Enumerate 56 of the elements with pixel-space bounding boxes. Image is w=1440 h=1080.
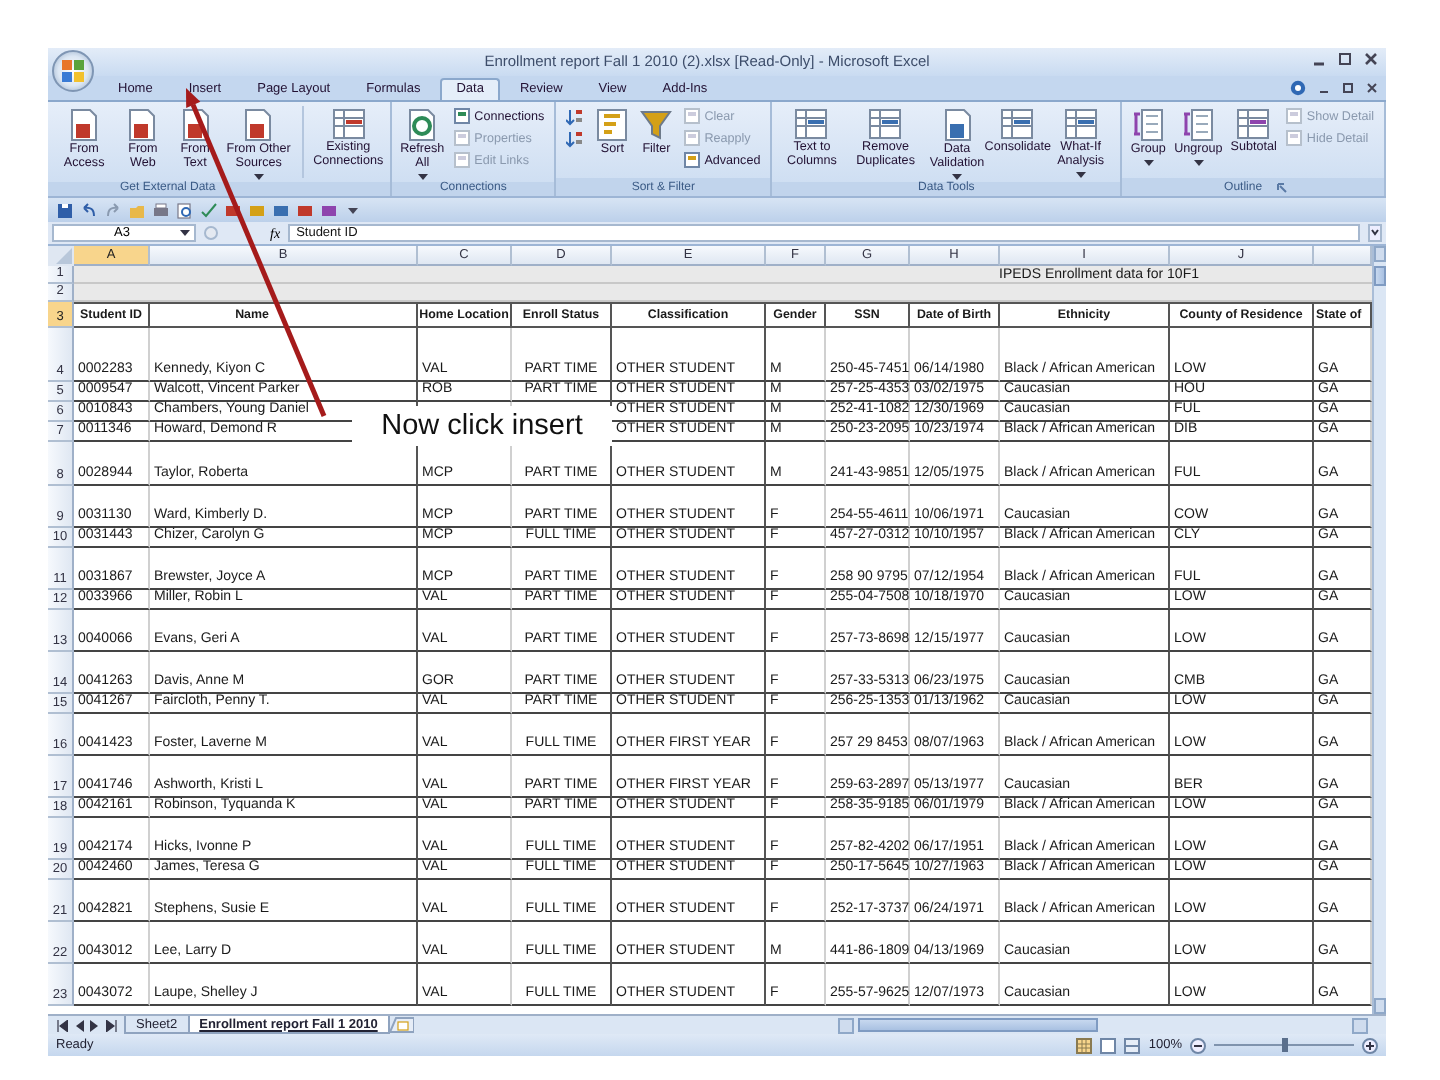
page-break-icon[interactable]: [1124, 1037, 1141, 1053]
preview-icon[interactable]: [176, 201, 194, 219]
caret-icon: [1143, 159, 1154, 166]
normal-view-icon[interactable]: [1076, 1037, 1093, 1053]
small-tool-icon: [454, 152, 471, 168]
small-tool-icon: [684, 152, 701, 168]
printer-icon[interactable]: [152, 201, 170, 219]
table-icon: [331, 108, 366, 140]
table-icon: [1063, 108, 1098, 140]
office-button[interactable]: [52, 50, 94, 92]
restore-icon[interactable]: [1342, 81, 1354, 95]
sort-icon: [566, 129, 585, 147]
small-tool-icon: [454, 130, 471, 146]
zoom-out-icon[interactable]: [1190, 1037, 1206, 1053]
scrollbar-thumb[interactable]: [1374, 266, 1386, 286]
small-tool-icon: [684, 108, 701, 124]
refresh-icon: [406, 108, 439, 142]
help-icon[interactable]: [1290, 80, 1306, 96]
small-tool-icon: [1286, 108, 1303, 124]
spelling-icon[interactable]: [200, 201, 218, 219]
table-icon: [1000, 108, 1035, 140]
callout-text: Now click insert: [352, 406, 612, 446]
small-tool-icon: [1286, 130, 1303, 146]
document-icon: [242, 108, 275, 142]
caret-icon: [1193, 159, 1204, 166]
small-tool-icon: [454, 108, 471, 124]
sort-icon: [596, 108, 629, 142]
dialog-launcher-icon[interactable]: [1276, 181, 1289, 193]
table-icon: [1236, 108, 1271, 140]
zoom-in-icon[interactable]: [1362, 1037, 1378, 1053]
small-tool-icon: [684, 130, 701, 146]
close-icon[interactable]: [1366, 81, 1378, 95]
document-icon: [68, 108, 101, 142]
scrollbar-thumb[interactable]: [858, 1018, 1098, 1032]
table-icon: [868, 108, 903, 140]
document-icon: [126, 108, 159, 142]
office-logo-icon: [62, 60, 84, 82]
undo-icon[interactable]: [80, 201, 98, 219]
document-icon: [941, 108, 974, 142]
next-sheet-icon[interactable]: [90, 1019, 100, 1031]
funnel-icon: [640, 108, 673, 142]
table-icon: [794, 108, 829, 140]
expand-icon[interactable]: [1368, 224, 1382, 242]
zoom-slider-thumb[interactable]: [1282, 1038, 1288, 1052]
previous-sheet-icon[interactable]: [74, 1019, 84, 1031]
page-layout-icon[interactable]: [1100, 1037, 1117, 1053]
outline-icon: [1132, 108, 1165, 142]
last-sheet-icon[interactable]: [106, 1019, 118, 1031]
maximize-icon[interactable]: [1338, 52, 1352, 68]
insert-sheet-icon[interactable]: [389, 1016, 414, 1034]
sort-icon: [566, 107, 585, 125]
save-icon[interactable]: [56, 201, 74, 219]
outline-icon: [1182, 108, 1215, 142]
caret-icon: [180, 230, 190, 236]
close-icon[interactable]: [1364, 52, 1378, 68]
first-sheet-icon[interactable]: [56, 1019, 68, 1031]
